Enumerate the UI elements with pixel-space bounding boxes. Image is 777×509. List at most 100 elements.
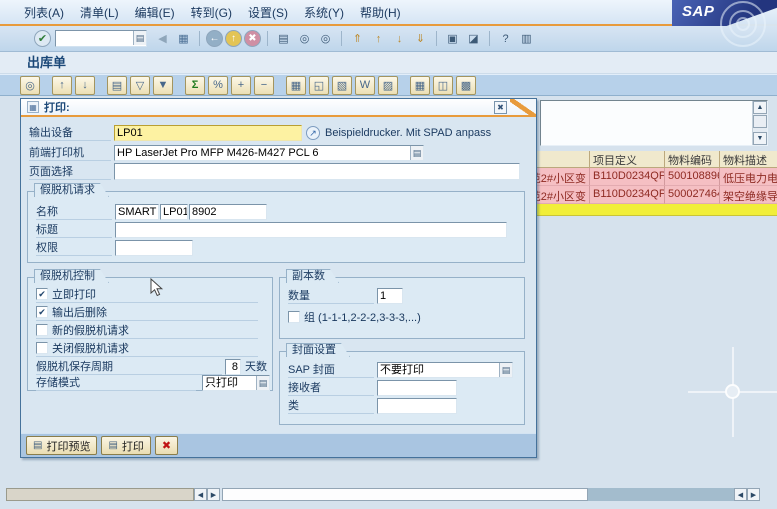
menu-item-settings[interactable]: 设置(S) bbox=[248, 4, 288, 21]
previous-page-icon[interactable]: ↑ bbox=[369, 29, 388, 48]
checkbox-icon[interactable]: ✔ bbox=[36, 288, 48, 300]
checkbox-print-immediately[interactable]: ✔ 立即打印 bbox=[36, 286, 258, 303]
scroll-up-icon[interactable]: ▲ bbox=[753, 101, 767, 114]
customize-icon[interactable]: ▥ bbox=[517, 29, 536, 48]
horizontal-scrollbar-left[interactable]: ◀ ▶ bbox=[6, 488, 220, 501]
refresh-icon[interactable]: ◱ bbox=[309, 76, 329, 95]
column-header-project[interactable]: 项目定义 bbox=[590, 151, 665, 168]
vertical-scrollbar[interactable]: ▲ ▼ bbox=[752, 101, 767, 145]
exit-icon[interactable]: ↑ bbox=[225, 30, 242, 47]
select-layout-icon[interactable]: ▩ bbox=[456, 76, 476, 95]
output-device-field[interactable]: LP01 bbox=[114, 125, 302, 141]
menu-item-goto[interactable]: 转到(G) bbox=[191, 4, 232, 21]
grid-view-icon[interactable]: ▦ bbox=[410, 76, 430, 95]
cancel-icon[interactable]: ✖ bbox=[244, 30, 261, 47]
dropdown-icon[interactable]: ▤ bbox=[256, 376, 269, 390]
cell[interactable]: B110D0234QPO bbox=[590, 186, 665, 204]
horizontal-scroll-track[interactable] bbox=[588, 488, 734, 501]
menu-item-edit[interactable]: 编辑(E) bbox=[135, 4, 175, 21]
dialog-title-bar[interactable]: ▦ 打印: ✖ bbox=[21, 99, 536, 117]
command-input[interactable]: ▤ bbox=[55, 30, 147, 47]
title-field[interactable] bbox=[115, 222, 507, 238]
first-page-icon[interactable]: ⇑ bbox=[348, 29, 367, 48]
vertical-scroll-thumb[interactable] bbox=[753, 115, 767, 128]
retention-field[interactable]: 8 bbox=[225, 359, 241, 375]
change-layout-icon[interactable]: ◫ bbox=[433, 76, 453, 95]
collapse-icon[interactable]: − bbox=[254, 76, 274, 95]
device-info-icon[interactable]: ↗ bbox=[306, 126, 320, 140]
menu-item-worklist[interactable]: 清单(L) bbox=[80, 4, 119, 21]
continue-icon[interactable]: ◀ bbox=[153, 29, 172, 48]
checkbox-icon[interactable] bbox=[36, 324, 48, 336]
page-selection-field[interactable] bbox=[114, 163, 520, 180]
help-icon[interactable]: ? bbox=[496, 29, 515, 48]
checkbox-group-copies[interactable]: 组 (1-1-1,2-2-2,3-3-3,...) bbox=[288, 308, 518, 325]
authorization-field[interactable] bbox=[115, 240, 193, 256]
horizontal-scroll-thumb[interactable] bbox=[222, 488, 588, 501]
name-label: 名称 bbox=[36, 205, 112, 220]
checkbox-new-spool-request[interactable]: 新的假脱机请求 bbox=[36, 322, 258, 339]
horizontal-scroll-thumb[interactable] bbox=[6, 488, 194, 501]
spool-name-field[interactable]: SMART bbox=[115, 204, 159, 220]
search-icon[interactable]: ◎ bbox=[20, 76, 40, 95]
export-file-icon[interactable]: ▧ bbox=[332, 76, 352, 95]
cell[interactable]: 500108896 bbox=[665, 168, 720, 186]
print-button[interactable]: ▤ 打印 bbox=[101, 436, 150, 455]
back-icon[interactable]: ← bbox=[206, 30, 223, 47]
command-history-icon[interactable]: ▤ bbox=[133, 31, 146, 45]
dropdown-icon[interactable]: ▤ bbox=[410, 146, 423, 160]
next-page-icon[interactable]: ↓ bbox=[390, 29, 409, 48]
horizontal-scrollbar-right[interactable]: ◀ ▶ bbox=[222, 488, 760, 501]
set-filter-icon[interactable]: ▽ bbox=[130, 76, 150, 95]
checkbox-delete-after-output[interactable]: ✔ 输出后删除 bbox=[36, 304, 258, 321]
cell[interactable]: B110D0234QPO bbox=[590, 168, 665, 186]
print-icon[interactable]: ▤ bbox=[107, 76, 127, 95]
column-header-description[interactable]: 物料描述 bbox=[720, 151, 777, 168]
storage-mode-field[interactable]: 只打印 ▤ bbox=[202, 375, 270, 391]
checkbox-icon[interactable] bbox=[36, 342, 48, 354]
sort-descending-icon[interactable]: ↓ bbox=[75, 76, 95, 95]
scroll-right-icon[interactable]: ▶ bbox=[747, 488, 760, 501]
detail-view-icon[interactable]: ▦ bbox=[286, 76, 306, 95]
save-icon[interactable]: ▦ bbox=[174, 29, 193, 48]
subtotal-icon[interactable]: % bbox=[208, 76, 228, 95]
print-preview-button[interactable]: ▤ 打印预览 bbox=[26, 436, 97, 455]
column-header-material[interactable]: 物料编码 bbox=[665, 151, 720, 168]
scroll-left-icon[interactable]: ◀ bbox=[734, 488, 747, 501]
scroll-down-icon[interactable]: ▼ bbox=[753, 132, 767, 145]
sap-cover-field[interactable]: 不要打印 ▤ bbox=[377, 362, 513, 378]
cell[interactable]: 架空绝缘导 bbox=[720, 186, 777, 204]
department-field[interactable] bbox=[377, 398, 457, 414]
cell[interactable]: 低压电力电 bbox=[720, 168, 777, 186]
sort-ascending-icon[interactable]: ↑ bbox=[52, 76, 72, 95]
menu-item-help[interactable]: 帮助(H) bbox=[360, 4, 401, 21]
recipient-field[interactable] bbox=[377, 380, 457, 396]
delete-filter-icon[interactable]: ▼ bbox=[153, 76, 173, 95]
scroll-right-icon[interactable]: ▶ bbox=[207, 488, 220, 501]
checkbox-icon[interactable] bbox=[288, 311, 300, 323]
expand-icon[interactable]: + bbox=[231, 76, 251, 95]
checkbox-icon[interactable]: ✔ bbox=[36, 306, 48, 318]
cancel-button[interactable]: ✖ bbox=[155, 436, 178, 455]
last-page-icon[interactable]: ⇓ bbox=[411, 29, 430, 48]
close-icon[interactable]: ✖ bbox=[494, 101, 507, 114]
quantity-field[interactable]: 1 bbox=[377, 288, 403, 304]
dropdown-icon[interactable]: ▤ bbox=[499, 363, 512, 377]
find-icon[interactable]: ◎ bbox=[295, 29, 314, 48]
find-next-icon[interactable]: ◎ bbox=[316, 29, 335, 48]
scroll-left-icon[interactable]: ◀ bbox=[194, 488, 207, 501]
menu-item-list[interactable]: 列表(A) bbox=[24, 4, 64, 21]
word-processing-icon[interactable]: W bbox=[355, 76, 375, 95]
enter-icon[interactable]: ✔ bbox=[34, 30, 51, 47]
cell[interactable]: 500027464 bbox=[665, 186, 720, 204]
spool-suffix2-field[interactable]: 8902 bbox=[189, 204, 267, 220]
new-session-icon[interactable]: ▣ bbox=[443, 29, 462, 48]
shortcut-icon[interactable]: ◪ bbox=[464, 29, 483, 48]
print-icon[interactable]: ▤ bbox=[274, 29, 293, 48]
spool-suffix1-field[interactable]: LP01 bbox=[160, 204, 188, 220]
menu-item-system[interactable]: 系统(Y) bbox=[304, 4, 344, 21]
checkbox-close-spool-request[interactable]: 关闭假脱机请求 bbox=[36, 340, 258, 357]
clipboard-icon[interactable]: ▨ bbox=[378, 76, 398, 95]
frontend-printer-field[interactable]: HP LaserJet Pro MFP M426-M427 PCL 6 ▤ bbox=[114, 145, 424, 161]
total-icon[interactable]: Σ bbox=[185, 76, 205, 95]
